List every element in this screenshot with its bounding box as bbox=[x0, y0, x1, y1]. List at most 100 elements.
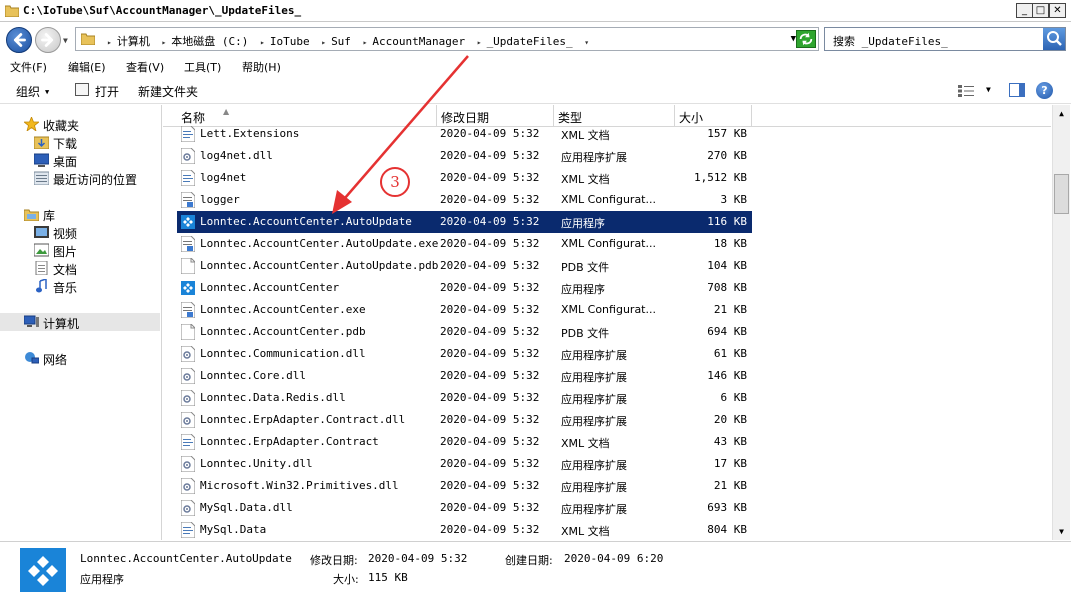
navigation-pane: 收藏夹 下载 桌面 最近访问的位置 库 视频 图片 文档 音乐 计算机 网络 bbox=[0, 105, 162, 540]
file-row[interactable]: Lonntec.AccountCenter.exe 2020-04-09 5:32… bbox=[177, 299, 752, 321]
chevron-down-icon[interactable]: ▾ bbox=[584, 38, 589, 47]
nav-computer[interactable]: 计算机 bbox=[0, 313, 160, 331]
scroll-up-arrow[interactable]: ▲ bbox=[1053, 105, 1070, 122]
vertical-scrollbar[interactable]: ▲ ▼ bbox=[1052, 105, 1070, 540]
breadcrumb-item[interactable]: _UpdateFiles_ bbox=[487, 35, 573, 48]
breadcrumb-item[interactable]: Suf bbox=[331, 35, 351, 48]
open-button[interactable]: 打开 bbox=[95, 83, 119, 100]
nav-label: 文档 bbox=[53, 263, 78, 277]
nav-desktop[interactable]: 桌面 bbox=[0, 151, 160, 169]
file-row[interactable]: Lonntec.Data.Redis.dll 2020-04-09 5:32 应用程… bbox=[177, 387, 752, 409]
scroll-down-arrow[interactable]: ▼ bbox=[1053, 523, 1070, 540]
menu-tools[interactable]: 工具(T) bbox=[184, 59, 221, 75]
file-type: 应用程序扩展 bbox=[561, 481, 627, 494]
preview-pane-icon[interactable] bbox=[1009, 83, 1025, 97]
chevron-right-icon[interactable]: ▸ bbox=[321, 38, 326, 47]
file-row[interactable]: Lonntec.AccountCenter.pdb 2020-04-09 5:32… bbox=[177, 321, 752, 343]
file-row[interactable]: Lonntec.Core.dll 2020-04-09 5:32 应用程序扩展 146… bbox=[177, 365, 752, 387]
search-input[interactable]: 搜索 _UpdateFiles_ bbox=[824, 27, 1066, 51]
close-button[interactable]: ✕ bbox=[1049, 3, 1066, 18]
nav-videos[interactable]: 视频 bbox=[0, 223, 160, 241]
chevron-down-icon[interactable]: ▼ bbox=[45, 88, 49, 96]
maximize-button[interactable]: □ bbox=[1032, 3, 1049, 18]
nav-label: 图片 bbox=[53, 245, 78, 259]
menu-help[interactable]: 帮助(H) bbox=[242, 59, 281, 75]
chevron-right-icon[interactable]: ▸ bbox=[363, 38, 368, 47]
file-row[interactable]: Lonntec.Communication.dll 2020-04-09 5:32… bbox=[177, 343, 752, 365]
nav-label: 下载 bbox=[53, 137, 78, 151]
file-size: 17 KB bbox=[713, 457, 747, 470]
file-icon bbox=[180, 257, 196, 275]
recent-pages-dropdown[interactable]: ▼ bbox=[63, 36, 68, 45]
open-icon[interactable] bbox=[75, 83, 89, 96]
file-date: 2020-04-09 5:32 bbox=[440, 347, 540, 360]
file-size: 693 KB bbox=[707, 501, 747, 514]
desktop-icon bbox=[34, 153, 49, 167]
file-name: Lonntec.Core.dll bbox=[200, 369, 306, 382]
file-row[interactable]: logger 2020-04-09 5:32 XML Configurat... 3 … bbox=[177, 189, 752, 211]
nav-label: 计算机 bbox=[43, 317, 80, 331]
nav-network[interactable]: 网络 bbox=[0, 349, 160, 367]
file-size: 21 KB bbox=[713, 303, 747, 316]
file-size: 146 KB bbox=[707, 369, 747, 382]
file-row[interactable]: Microsoft.Win32.Primitives.dll 2020-04-09… bbox=[177, 475, 752, 497]
file-row[interactable]: Lonntec.ErpAdapter.Contract 2020-04-09 5:… bbox=[177, 431, 752, 453]
nav-label: 最近访问的位置 bbox=[53, 173, 138, 187]
address-bar[interactable]: ▸ 计算机 ▸ 本地磁盘 (C:) ▸ IoTube ▸ Suf ▸ AccountMan… bbox=[75, 27, 819, 51]
nav-libraries[interactable]: 库 bbox=[0, 205, 160, 223]
new-folder-button[interactable]: 新建文件夹 bbox=[138, 83, 198, 100]
file-name: Lonntec.AccountCenter.exe bbox=[200, 303, 366, 316]
file-size: 157 KB bbox=[707, 127, 747, 140]
file-row[interactable]: Lonntec.AccountCenter 2020-04-09 5:32 应用程序… bbox=[177, 277, 752, 299]
nav-recent[interactable]: 最近访问的位置 bbox=[0, 169, 160, 187]
file-date: 2020-04-09 5:32 bbox=[440, 369, 540, 382]
file-row[interactable]: Lonntec.Unity.dll 2020-04-09 5:32 应用程序扩展 17… bbox=[177, 453, 752, 475]
file-row[interactable]: Lonntec.ErpAdapter.Contract.dll 2020-04-0… bbox=[177, 409, 752, 431]
chevron-down-icon[interactable]: ▼ bbox=[986, 85, 991, 94]
forward-button[interactable] bbox=[35, 27, 61, 53]
nav-documents[interactable]: 文档 bbox=[0, 259, 160, 277]
file-size: 3 KB bbox=[720, 193, 748, 206]
file-name: Lonntec.Data.Redis.dll bbox=[200, 391, 346, 404]
scroll-thumb[interactable] bbox=[1054, 174, 1069, 214]
file-row[interactable]: MySql.Data.dll 2020-04-09 5:32 应用程序扩展 693 K… bbox=[177, 497, 752, 519]
nav-downloads[interactable]: 下载 bbox=[0, 133, 160, 151]
detail-file-type: 应用程序 bbox=[80, 573, 124, 586]
file-row[interactable]: Lonntec.AccountCenter.AutoUpdate 2020-04-… bbox=[177, 211, 752, 233]
help-icon[interactable]: ? bbox=[1036, 82, 1053, 99]
file-row[interactable]: log4net 2020-04-09 5:32 XML 文档 1,512 KB bbox=[177, 167, 752, 189]
nav-music[interactable]: 音乐 bbox=[0, 277, 160, 295]
file-date: 2020-04-09 5:32 bbox=[440, 325, 540, 338]
file-type: XML Configurat... bbox=[561, 237, 656, 250]
breadcrumb-item[interactable]: IoTube bbox=[270, 35, 310, 48]
file-row[interactable]: MySql.Data 2020-04-09 5:32 XML 文档 804 KB bbox=[177, 519, 752, 540]
back-button[interactable] bbox=[6, 27, 32, 53]
app-large-icon bbox=[20, 548, 66, 592]
organize-button[interactable]: 组织 bbox=[16, 83, 40, 100]
search-button[interactable] bbox=[1043, 28, 1065, 50]
nav-favorites[interactable]: 收藏夹 bbox=[0, 115, 160, 133]
file-row[interactable]: Lonntec.AccountCenter.AutoUpdate.exe 2020… bbox=[177, 233, 752, 255]
file-date: 2020-04-09 5:32 bbox=[440, 281, 540, 294]
file-row[interactable]: Lett.Extensions 2020-04-09 5:32 XML 文档 157 … bbox=[177, 123, 752, 145]
breadcrumb-item[interactable]: 本地磁盘 (C:) bbox=[171, 35, 248, 48]
chevron-right-icon[interactable]: ▸ bbox=[477, 38, 482, 47]
menu-view[interactable]: 查看(V) bbox=[126, 59, 164, 75]
file-name: Microsoft.Win32.Primitives.dll bbox=[200, 479, 399, 492]
file-row[interactable]: Lonntec.AccountCenter.AutoUpdate.pdb 2020… bbox=[177, 255, 752, 277]
file-list: 名称 ▲ 修改日期 类型 大小 Lett.Extensions 2020-04-0… bbox=[163, 105, 1051, 540]
chevron-right-icon[interactable]: ▸ bbox=[260, 38, 265, 47]
chevron-right-icon[interactable]: ▸ bbox=[161, 38, 166, 47]
minimize-button[interactable]: _ bbox=[1016, 3, 1033, 18]
refresh-button[interactable] bbox=[796, 30, 816, 48]
nav-pictures[interactable]: 图片 bbox=[0, 241, 160, 259]
breadcrumb-item[interactable]: 计算机 bbox=[117, 35, 150, 48]
title-bar: C:\IoTube\Suf\AccountManager\_UpdateFile… bbox=[0, 0, 1071, 22]
menu-edit[interactable]: 编辑(E) bbox=[68, 59, 106, 75]
breadcrumb-item[interactable]: AccountManager bbox=[372, 35, 465, 48]
view-options-icon[interactable] bbox=[958, 85, 974, 97]
file-row[interactable]: log4net.dll 2020-04-09 5:32 应用程序扩展 270 KB bbox=[177, 145, 752, 167]
detail-modified-value: 2020-04-09 5:32 bbox=[368, 552, 468, 565]
refresh-icon bbox=[799, 32, 813, 46]
menu-file[interactable]: 文件(F) bbox=[10, 59, 47, 75]
